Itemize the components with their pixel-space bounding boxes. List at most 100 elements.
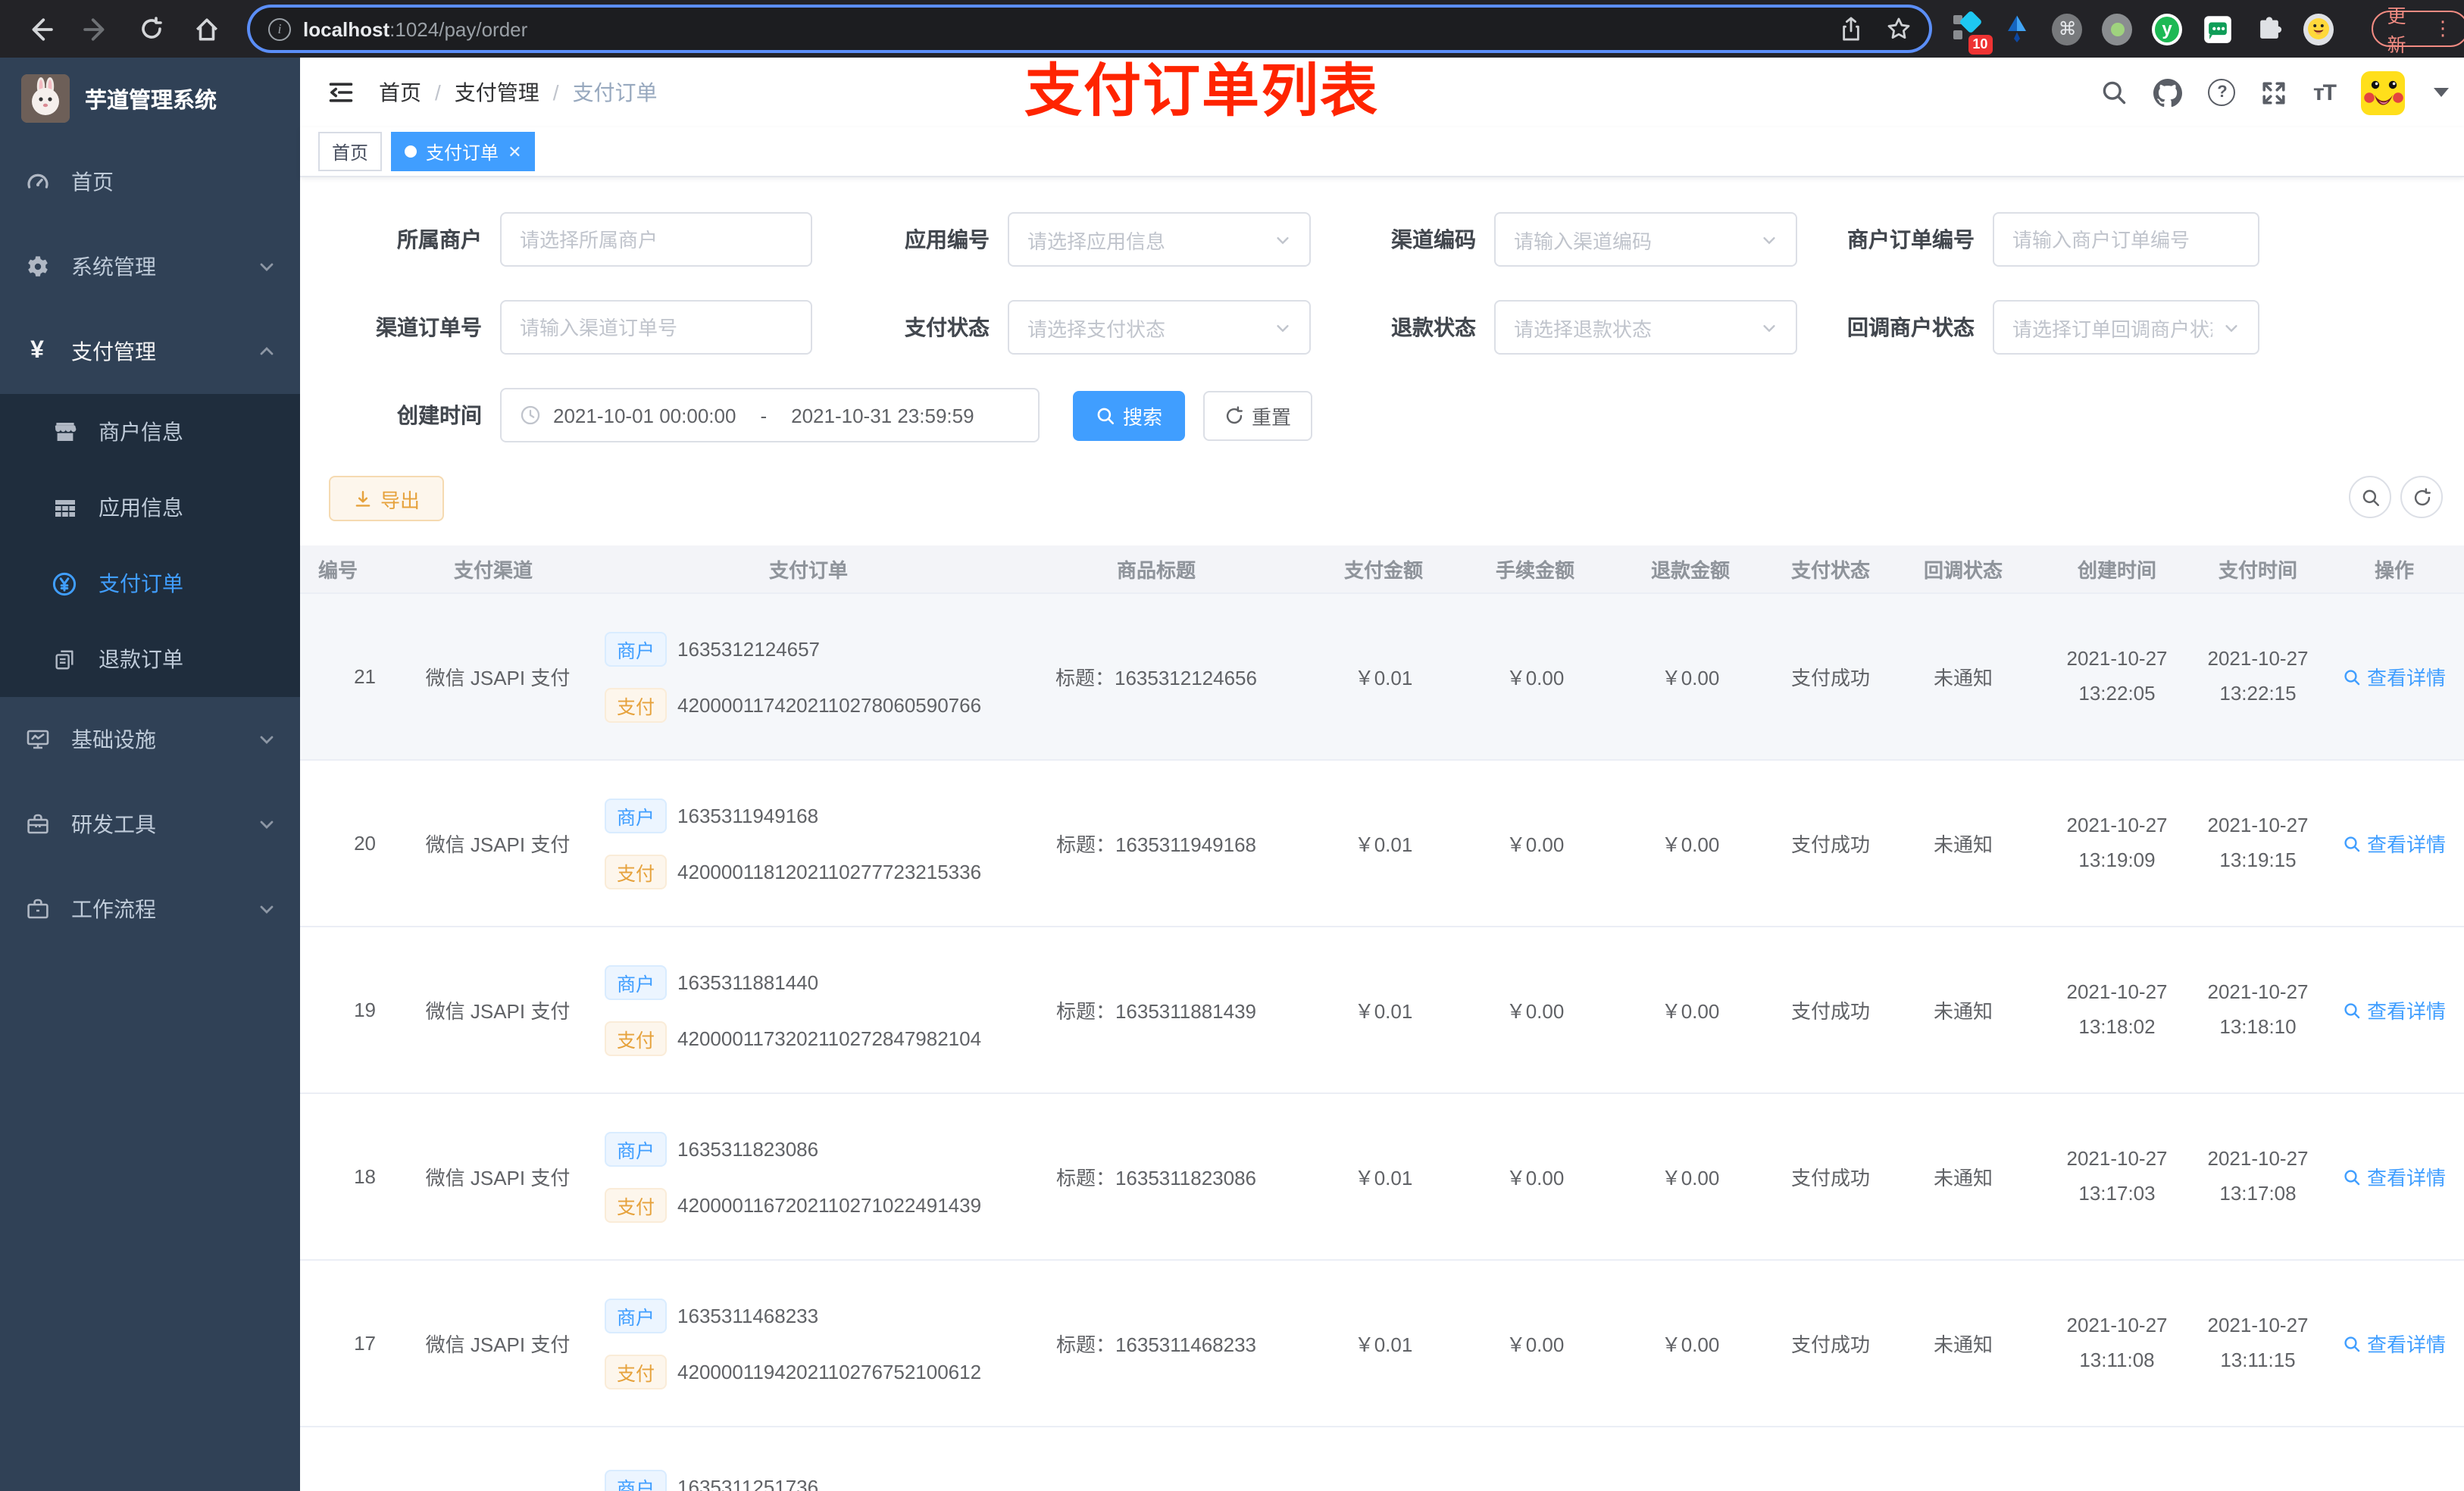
created-time: 2021-10-27 13:11:08: [2066, 1314, 2168, 1371]
merchant-order-no-input[interactable]: [1993, 212, 2259, 267]
home-icon[interactable]: [194, 16, 220, 42]
breadcrumb: 首页 / 支付管理 / 支付订单: [379, 77, 658, 108]
caret-down-icon[interactable]: [2434, 88, 2449, 97]
view-detail-link[interactable]: 查看详情: [2343, 1329, 2446, 1358]
merchant-order-no-label: 商户订单编号: [1847, 227, 1975, 252]
sidebar-item-home[interactable]: 首页: [0, 139, 300, 224]
sidebar-item-pay-order[interactable]: 支付订单: [0, 545, 300, 621]
sidebar-logo[interactable]: 芋道管理系统: [0, 58, 300, 139]
chevron-down-icon: [258, 258, 276, 276]
yen-icon: ¥: [30, 338, 44, 364]
dot-extension-icon[interactable]: [2102, 13, 2132, 45]
table-row-partial: 商户 1635311251736: [300, 1427, 2464, 1491]
channel-code-select[interactable]: 请输入渠道编码: [1494, 212, 1797, 267]
pay-status-label: 支付状态: [905, 315, 990, 339]
fullscreen-icon[interactable]: [2262, 80, 2287, 105]
merchant-order-no: 1635312124657: [677, 637, 821, 660]
browser-update-button[interactable]: 更新 ⋮: [2372, 6, 2464, 56]
share-icon[interactable]: [1840, 17, 1862, 41]
pay-amount: ￥0.01: [1354, 833, 1413, 856]
tag-home[interactable]: 首页: [318, 132, 383, 171]
pay-channel: 微信 JSAPI 支付: [425, 667, 571, 689]
refund-status-select[interactable]: 请选择退款状态: [1494, 300, 1797, 355]
view-detail-link[interactable]: 查看详情: [2343, 996, 2446, 1024]
sidebar-item-app-info[interactable]: 应用信息: [0, 470, 300, 545]
profile-avatar-icon[interactable]: [2303, 13, 2334, 45]
fee-amount: ￥0.00: [1506, 833, 1565, 856]
pay-order-cell: 商户 1635311823086 支付 42000011672021102710…: [596, 1094, 1012, 1259]
chevron-up-icon: [258, 342, 276, 361]
extensions-row: 10 ⌘ y 更新 ⋮: [1950, 6, 2464, 56]
view-detail-link[interactable]: 查看详情: [2343, 829, 2446, 858]
tag-pay-order[interactable]: 支付订单 ✕: [391, 132, 536, 171]
github-icon[interactable]: [2153, 78, 2183, 107]
view-detail-link[interactable]: 查看详情: [2343, 1162, 2446, 1191]
merchant-badge: 商户: [605, 1131, 668, 1166]
fee-amount: ￥0.00: [1506, 1333, 1565, 1356]
fee-amount: ￥0.00: [1506, 1000, 1565, 1023]
sidebar-item-dev-tools[interactable]: 研发工具: [0, 782, 300, 867]
notify-status: 未通知: [1933, 1333, 1993, 1356]
wappalyzer-extension-icon[interactable]: 10: [1950, 10, 1993, 55]
sidebar-item-refund-order[interactable]: 退款订单: [0, 621, 300, 697]
toggle-search-button[interactable]: [2349, 476, 2391, 518]
merchant-input[interactable]: [500, 212, 812, 267]
breadcrumb-section[interactable]: 支付管理: [455, 77, 539, 108]
toolbox-icon: [24, 812, 50, 836]
reset-button[interactable]: 重置: [1203, 390, 1312, 440]
fee-amount: ￥0.00: [1506, 667, 1565, 689]
merchant-badge: 商户: [605, 964, 668, 999]
search-icon[interactable]: [2101, 79, 2128, 106]
channel-pay-no: 4200001167202110271022491439: [677, 1193, 982, 1216]
callback-status-select[interactable]: 请选择订单回调商户状态: [1993, 300, 2259, 355]
pay-order-cell: 商户 1635312124657 支付 42000011742021102780…: [596, 594, 1012, 759]
search-button[interactable]: 搜索: [1073, 390, 1185, 440]
breadcrumb-home[interactable]: 首页: [379, 77, 421, 108]
extensions-puzzle-icon[interactable]: [2253, 12, 2284, 45]
chat-extension-icon[interactable]: [2202, 12, 2233, 45]
app-select[interactable]: 请选择应用信息: [1008, 212, 1311, 267]
pay-status: 支付成功: [1790, 667, 1870, 689]
pay-status: 支付成功: [1790, 1333, 1870, 1356]
forward-icon[interactable]: [83, 16, 109, 42]
sidebar-item-system[interactable]: 系统管理: [0, 224, 300, 309]
reload-icon[interactable]: [139, 17, 164, 41]
filter-form: 所属商户 应用编号 请选择应用信息 渠道编码 请输入渠道编码: [300, 212, 2464, 442]
sidebar-item-workflow[interactable]: 工作流程: [0, 867, 300, 952]
font-size-icon[interactable]: тT: [2313, 80, 2337, 105]
refresh-button[interactable]: [2400, 476, 2443, 518]
export-button[interactable]: 导出: [329, 476, 444, 521]
user-avatar[interactable]: [2361, 70, 2405, 114]
view-detail-link[interactable]: 查看详情: [2343, 662, 2446, 691]
sidebar-collapse-icon[interactable]: [315, 79, 367, 106]
channel-pay-no: 4200001181202110277723215336: [677, 860, 982, 883]
chevron-down-icon: [258, 815, 276, 833]
site-info-icon[interactable]: i: [268, 17, 291, 40]
back-icon[interactable]: [27, 16, 53, 42]
channel-pay-no: 4200001173202110272847982104: [677, 1027, 982, 1049]
y-extension-icon[interactable]: y: [2152, 13, 2182, 45]
pay-status: 支付成功: [1790, 833, 1870, 856]
browser-menu-icon[interactable]: ⋮: [2433, 17, 2453, 41]
paid-time: 2021-10-27 13:22:15: [2207, 647, 2309, 705]
dashboard-icon: [24, 170, 50, 194]
order-id: 19: [354, 999, 376, 1021]
channel-order-no-input[interactable]: [500, 300, 812, 355]
url-bar[interactable]: i localhost:1024/pay/order: [250, 8, 1929, 50]
sidebar-item-infrastructure[interactable]: 基础设施: [0, 697, 300, 782]
date-start: 2021-10-01 00:00:00: [553, 404, 736, 427]
sidebar-item-merchant-info[interactable]: 商户信息: [0, 394, 300, 470]
pay-channel: 微信 JSAPI 支付: [425, 1167, 571, 1189]
command-extension-icon[interactable]: ⌘: [2052, 13, 2083, 45]
chevron-down-icon: [258, 900, 276, 918]
help-icon[interactable]: ?: [2208, 79, 2236, 106]
pay-status-select[interactable]: 请选择支付状态: [1008, 300, 1311, 355]
bookmark-star-icon[interactable]: [1887, 17, 1911, 41]
close-icon[interactable]: ✕: [508, 142, 521, 161]
order-id: 18: [354, 1165, 376, 1188]
create-time-range-picker[interactable]: 2021-10-01 00:00:00 - 2021-10-31 23:59:5…: [500, 388, 1040, 442]
merchant-order-no: 1635311823086: [677, 1137, 819, 1160]
pay-badge: 支付: [605, 687, 668, 722]
sidebar-item-payment[interactable]: ¥ 支付管理: [0, 309, 300, 394]
kite-extension-icon[interactable]: [2001, 12, 2032, 45]
